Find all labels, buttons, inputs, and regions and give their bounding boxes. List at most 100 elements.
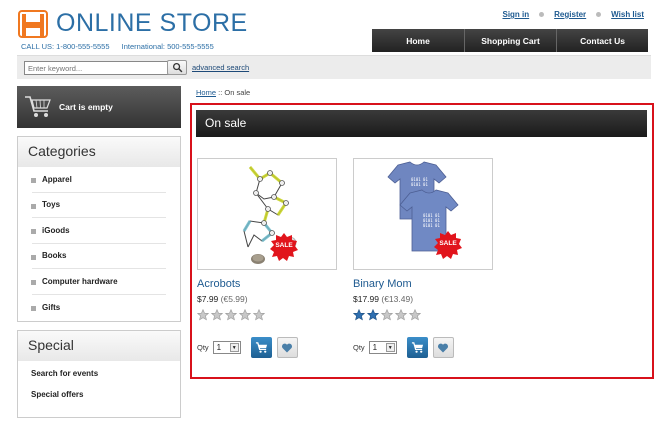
register-link[interactable]: Register <box>554 10 586 19</box>
heart-icon <box>438 343 449 352</box>
add-to-wishlist-button[interactable] <box>432 337 454 358</box>
star-icon[interactable] <box>239 309 251 321</box>
breadcrumb-separator: :: <box>218 88 223 97</box>
special-offers[interactable]: Special offers <box>18 382 180 403</box>
phone-local: CALL US: 1-800-555-5555 <box>21 42 110 51</box>
star-icon[interactable] <box>395 309 407 321</box>
bullet-icon <box>31 280 36 285</box>
bullet-icon <box>31 305 36 311</box>
separator-dot <box>596 12 602 17</box>
sale-badge: SALE <box>270 233 298 261</box>
phone-intl: International: 500-555-5555 <box>121 42 214 51</box>
category-gifts[interactable]: Gifts <box>31 295 166 321</box>
search-bar: advanced search <box>17 55 651 79</box>
category-label: Computer hardware <box>42 276 118 286</box>
categories-title: Categories <box>18 137 180 167</box>
svg-text:0101 01: 0101 01 <box>411 182 428 187</box>
nav-contact-us[interactable]: Contact Us <box>556 29 648 52</box>
add-to-cart-row: Qty 1 ▼ <box>197 337 337 358</box>
star-icon[interactable] <box>367 309 379 321</box>
product-card: SALE Acrobots $7.99 (€5.99) Qty 1 ▼ <box>197 158 337 358</box>
special-title: Special <box>18 331 180 361</box>
cart-status: Cart is empty <box>59 102 113 112</box>
heart-icon <box>282 343 293 352</box>
shopping-cart-icon <box>25 96 51 117</box>
bullet-icon <box>31 229 36 234</box>
cart-icon <box>411 342 423 353</box>
star-icon[interactable] <box>381 309 393 321</box>
search-button[interactable] <box>167 60 187 75</box>
sale-badge-label: SALE <box>439 240 457 247</box>
price-usd: $7.99 <box>197 294 219 304</box>
tshirt-icon: 0101 010101 01 0101 010101 010101 01 <box>387 161 459 252</box>
rating-stars[interactable] <box>197 309 337 321</box>
product-price: $17.99 (€13.49) <box>353 294 493 304</box>
search-input[interactable] <box>24 61 170 75</box>
breadcrumb-current: On sale <box>224 88 251 97</box>
search-icon <box>172 63 182 73</box>
add-to-cart-button[interactable] <box>250 337 272 358</box>
categories-box: Categories Apparel Toys iGoods Books Com… <box>17 136 181 322</box>
star-icon[interactable] <box>211 309 223 321</box>
category-toys[interactable]: Toys <box>31 193 166 218</box>
cart-widget[interactable]: Cart is empty <box>17 86 181 128</box>
category-books[interactable]: Books <box>31 244 166 269</box>
qty-label: Qty <box>197 343 209 352</box>
main-nav: Home Shopping Cart Contact Us <box>372 29 648 52</box>
product-price: $7.99 (€5.99) <box>197 294 337 304</box>
breadcrumb: Home :: On sale <box>196 88 250 97</box>
nav-shopping-cart[interactable]: Shopping Cart <box>464 29 556 52</box>
separator-dot <box>539 12 545 17</box>
category-apparel[interactable]: Apparel <box>31 167 166 193</box>
cart-icon <box>255 342 267 353</box>
breadcrumb-home[interactable]: Home <box>196 88 216 97</box>
add-to-cart-button[interactable] <box>406 337 428 358</box>
quantity-select[interactable]: 1 ▼ <box>212 341 241 354</box>
bullet-icon <box>31 203 36 209</box>
category-label: Toys <box>42 200 61 210</box>
acrobots-toy-icon <box>242 166 297 264</box>
product-image[interactable]: 0101 01 0101 01 0101 01 0101 01 0101 01 SAL… <box>353 158 493 270</box>
category-igoods[interactable]: iGoods <box>31 218 166 244</box>
chevron-down-icon: ▼ <box>229 343 239 352</box>
wish-list-link[interactable]: Wish list <box>611 10 644 19</box>
quantity-select[interactable]: 1 ▼ <box>368 341 397 354</box>
product-card: 0101 01 0101 01 0101 01 0101 01 0101 01 SAL… <box>353 158 493 358</box>
category-label: Apparel <box>42 174 72 184</box>
qty-label: Qty <box>353 343 365 352</box>
rating-stars[interactable] <box>353 309 493 321</box>
quantity-value: 1 <box>372 343 378 352</box>
sale-badge: SALE <box>434 231 462 259</box>
store-logo-icon[interactable] <box>18 10 48 38</box>
price-eur: (€5.99) <box>220 294 248 304</box>
special-search-events[interactable]: Search for events <box>18 361 180 382</box>
store-brand[interactable]: ONLINE STORE <box>56 9 248 38</box>
bullet-icon <box>31 254 36 260</box>
sale-badge-label: SALE <box>275 242 293 249</box>
contact-phones: CALL US: 1-800-555-5555 International: 5… <box>21 42 224 51</box>
add-to-cart-row: Qty 1 ▼ <box>353 337 493 358</box>
price-usd: $17.99 <box>353 294 379 304</box>
nav-home[interactable]: Home <box>372 29 464 52</box>
product-image[interactable]: SALE <box>197 158 337 270</box>
account-links: Sign in Register Wish list <box>502 10 644 19</box>
category-label: iGoods <box>42 225 70 235</box>
category-computer-hardware[interactable]: Computer hardware <box>31 269 166 295</box>
chevron-down-icon: ▼ <box>385 343 395 352</box>
star-icon[interactable] <box>253 309 265 321</box>
star-icon[interactable] <box>225 309 237 321</box>
product-name[interactable]: Acrobots <box>197 278 337 290</box>
price-eur: (€13.49) <box>381 294 414 304</box>
bullet-icon <box>31 178 36 183</box>
star-icon[interactable] <box>197 309 209 321</box>
advanced-search-link[interactable]: advanced search <box>192 63 249 72</box>
category-label: Gifts <box>42 302 61 312</box>
star-icon[interactable] <box>409 309 421 321</box>
quantity-value: 1 <box>216 343 222 352</box>
section-title: On sale <box>196 110 647 137</box>
star-icon[interactable] <box>353 309 365 321</box>
sign-in-link[interactable]: Sign in <box>502 10 529 19</box>
svg-text:0101 01: 0101 01 <box>423 223 440 228</box>
add-to-wishlist-button[interactable] <box>276 337 298 358</box>
product-name[interactable]: Binary Mom <box>353 278 493 290</box>
